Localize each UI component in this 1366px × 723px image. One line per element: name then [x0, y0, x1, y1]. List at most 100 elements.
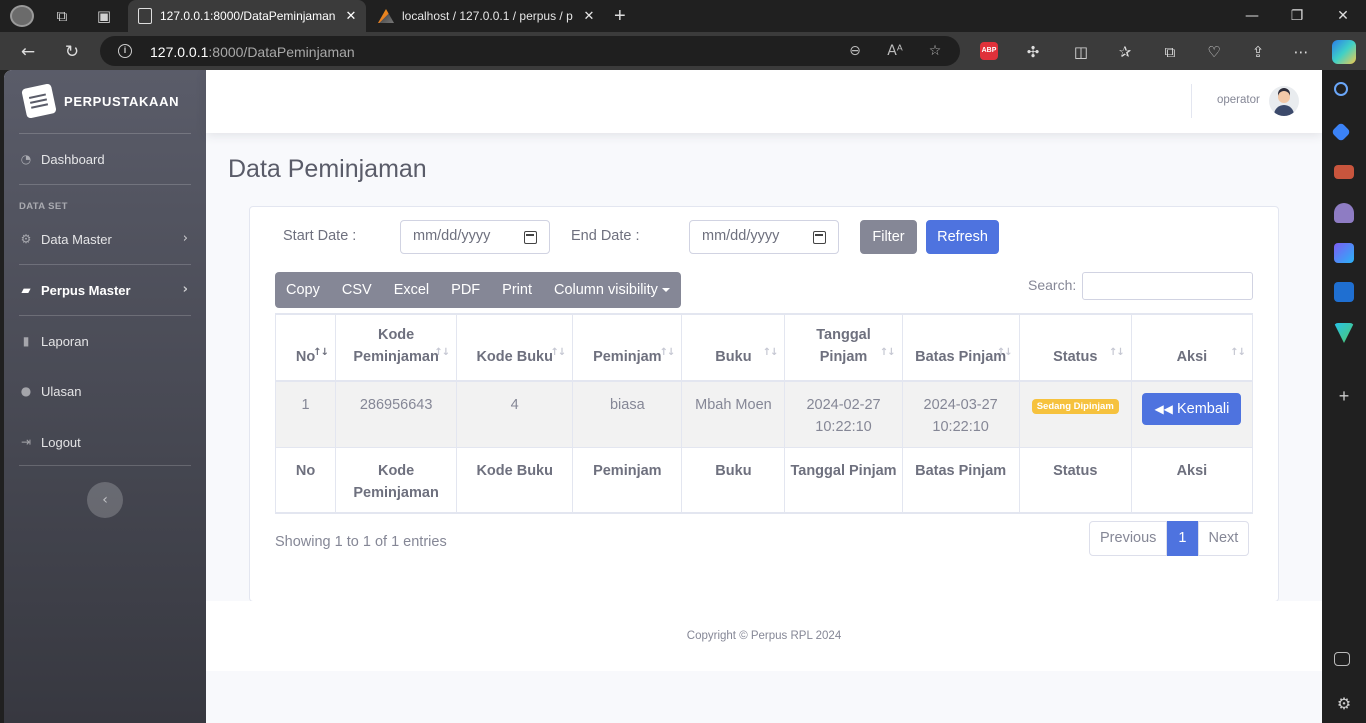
csv-button[interactable]: CSV: [331, 272, 383, 308]
print-button[interactable]: Print: [491, 272, 543, 308]
split-screen-icon[interactable]: ◫: [1070, 41, 1092, 63]
avatar[interactable]: [1269, 86, 1299, 116]
kembali-button[interactable]: ◀◀ Kembali: [1142, 393, 1242, 425]
dashboard-icon: ◔: [20, 152, 32, 166]
column-header-aksi[interactable]: Aksi ↑↓: [1130, 313, 1254, 382]
collections-icon[interactable]: ⧉: [1159, 41, 1181, 63]
user-name[interactable]: operator: [1217, 94, 1260, 106]
outlook-icon[interactable]: [1334, 282, 1354, 302]
cell-peminjam: biasa: [572, 380, 683, 448]
excel-button[interactable]: Excel: [383, 272, 440, 308]
footer-kode-buku: Kode Buku: [456, 446, 574, 514]
next-page-button[interactable]: Next: [1197, 521, 1250, 556]
games-icon[interactable]: [1334, 203, 1354, 223]
calendar-icon[interactable]: [524, 231, 537, 244]
settings-icon[interactable]: ⚙: [1334, 694, 1354, 714]
browser-toolbar: ← ↻ i 127.0.0.1:8000/DataPeminjaman ⊖ Aᴬ…: [0, 32, 1366, 70]
page-footer: Copyright © Perpus RPL 2024: [206, 601, 1322, 671]
refresh-icon[interactable]: ↻: [61, 41, 83, 63]
search-input[interactable]: [1082, 272, 1253, 300]
read-aloud-icon[interactable]: Aᴬ: [886, 42, 904, 60]
browser-tab-bar: ⧉ ▣ 127.0.0.1:8000/DataPeminjaman ✕ loca…: [0, 0, 1366, 32]
tab-data-peminjaman[interactable]: 127.0.0.1:8000/DataPeminjaman ✕: [128, 0, 366, 32]
more-icon[interactable]: ⋯: [1290, 41, 1312, 63]
star-icon[interactable]: ☆: [926, 42, 944, 60]
address-bar[interactable]: i 127.0.0.1:8000/DataPeminjaman ⊖ Aᴬ ☆: [100, 36, 960, 66]
column-visibility-button[interactable]: Column visibility: [543, 272, 681, 308]
sidebar-item-laporan[interactable]: ▮ Laporan: [4, 326, 206, 356]
tab-phpmyadmin[interactable]: localhost / 127.0.0.1 / perpus / p ✕: [368, 0, 604, 32]
copilot-icon[interactable]: [1332, 40, 1356, 64]
sidebar-toggle-button[interactable]: ‹: [87, 482, 123, 518]
back-arrow-icon[interactable]: ←: [17, 41, 39, 63]
caret-down-icon: [661, 288, 670, 293]
column-header-peminjam[interactable]: Peminjam ↑↓: [572, 313, 683, 382]
comments-icon: ●: [20, 384, 32, 398]
brand[interactable]: PERPUSTAKAAN: [4, 70, 206, 132]
column-header-batas-pinjam[interactable]: Batas Pinjam ↑↓: [901, 313, 1020, 382]
sidebar-item-logout[interactable]: ⇥ Logout: [4, 427, 206, 457]
tab-actions-icon[interactable]: ▣: [94, 6, 114, 26]
tab-title: 127.0.0.1:8000/DataPeminjaman: [160, 9, 336, 23]
start-date-input[interactable]: mm/dd/yyyy: [400, 220, 550, 254]
search-icon[interactable]: [1334, 82, 1348, 96]
url-text[interactable]: 127.0.0.1:8000/DataPeminjaman: [150, 44, 355, 60]
screenshot-icon[interactable]: [1334, 652, 1350, 666]
folder-open-icon: ▰: [21, 283, 31, 297]
favorites-icon[interactable]: ✰: [1114, 41, 1136, 63]
backward-icon: ◀◀: [1154, 402, 1173, 416]
adblock-plus-icon[interactable]: ABP: [980, 42, 998, 60]
maximize-button[interactable]: ❐: [1274, 4, 1320, 28]
previous-page-button[interactable]: Previous: [1089, 521, 1168, 556]
end-date-input[interactable]: mm/dd/yyyy: [689, 220, 839, 254]
column-header-no[interactable]: No ↑↓: [274, 313, 337, 382]
brand-name: PERPUSTAKAAN: [64, 93, 180, 109]
profile-avatar[interactable]: [10, 5, 34, 27]
filter-button[interactable]: Filter: [860, 220, 917, 254]
sidebar-item-ulasan[interactable]: ● Ulasan: [4, 376, 206, 406]
add-icon[interactable]: +: [1334, 386, 1354, 406]
table-footer-row: No Kode Peminjaman Kode Buku Peminjam Bu…: [274, 446, 1254, 514]
chevron-right-icon: ›: [182, 282, 188, 297]
sort-icon: ↑↓: [659, 347, 676, 358]
workspaces-icon[interactable]: ⧉: [52, 6, 72, 26]
browser-essentials-icon[interactable]: ♡: [1203, 41, 1225, 63]
cell-kode-peminjaman: 286956643: [335, 380, 458, 448]
footer-aksi: Aksi: [1130, 446, 1254, 514]
drop-icon[interactable]: [1334, 323, 1354, 343]
tab-close-icon[interactable]: ✕: [342, 8, 360, 24]
sidebar-item-perpus-master[interactable]: ▰ Perpus Master ›: [4, 275, 206, 305]
column-header-tanggal-pinjam[interactable]: Tanggal Pinjam ↑↓: [784, 313, 903, 382]
close-window-button[interactable]: ✕: [1320, 4, 1366, 28]
refresh-button[interactable]: Refresh: [926, 220, 999, 254]
minimize-button[interactable]: —: [1229, 4, 1275, 28]
sidebar-divider: [19, 133, 191, 134]
copy-button[interactable]: Copy: [275, 272, 331, 308]
table-header-row: No ↑↓ Kode Peminjaman ↑↓ Kode Buku ↑↓ Pemin…: [274, 313, 1254, 382]
sort-asc-icon: ↑↓: [313, 347, 329, 358]
tools-icon[interactable]: [1334, 165, 1354, 179]
tab-close-icon[interactable]: ✕: [580, 8, 598, 24]
new-tab-button[interactable]: +: [614, 5, 626, 28]
column-header-kode-peminjaman[interactable]: Kode Peminjaman ↑↓: [335, 313, 458, 382]
sidebar-item-data-master[interactable]: ⚙ Data Master ›: [4, 224, 206, 254]
column-header-kode-buku[interactable]: Kode Buku ↑↓: [456, 313, 574, 382]
copyright-text: Copyright © Perpus RPL 2024: [686, 630, 842, 642]
book-icon: ▮: [22, 334, 30, 348]
sidebar-item-dashboard[interactable]: ◔ Dashboard: [4, 144, 206, 174]
shopping-tag-icon[interactable]: [1331, 122, 1351, 142]
puzzle-icon[interactable]: ✣: [1022, 41, 1044, 63]
site-info-icon[interactable]: i: [118, 44, 132, 58]
sort-icon: ↑↓: [434, 347, 450, 358]
microsoft-365-icon[interactable]: [1334, 243, 1354, 263]
column-header-status[interactable]: Status ↑↓: [1018, 313, 1132, 382]
calendar-icon[interactable]: [813, 231, 826, 244]
zoom-out-icon[interactable]: ⊖: [846, 42, 864, 60]
pdf-button[interactable]: PDF: [440, 272, 491, 308]
page-1-button[interactable]: 1: [1167, 521, 1198, 556]
column-header-buku[interactable]: Buku ↑↓: [681, 313, 786, 382]
topbar-divider: [1191, 84, 1192, 118]
share-icon[interactable]: ⇪: [1247, 41, 1269, 63]
cell-tanggal-pinjam: 2024-02-27 10:22:10: [784, 380, 903, 448]
pagination: Previous 1 Next: [1089, 521, 1250, 556]
